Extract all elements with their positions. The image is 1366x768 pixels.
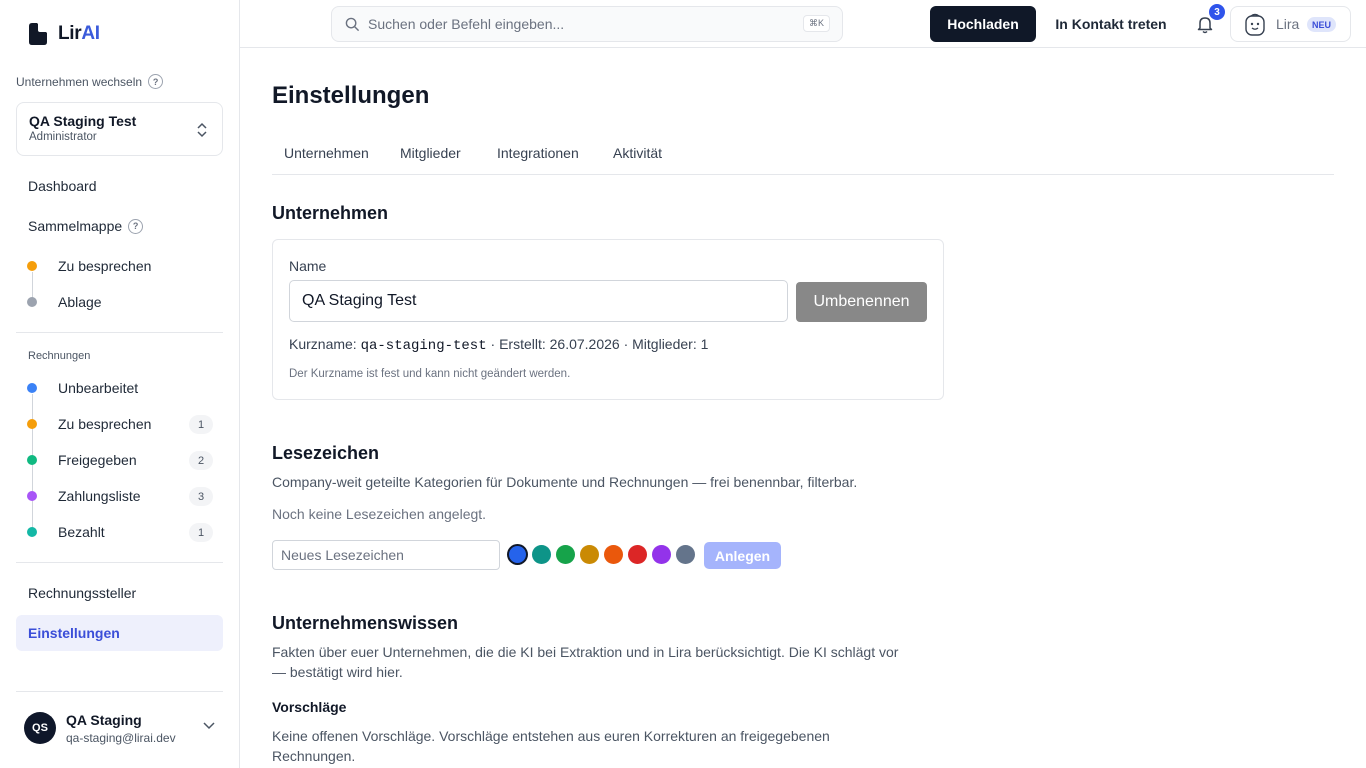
- count-badge: 2: [189, 451, 213, 470]
- contact-button[interactable]: In Kontakt treten: [1046, 6, 1176, 42]
- user-email: qa-staging@lirai.dev: [66, 731, 176, 745]
- suggestions-empty-line2: Rechnungen.: [272, 748, 356, 764]
- divider: [16, 691, 223, 692]
- new-badge: NEU: [1307, 17, 1337, 32]
- avatar: QS: [24, 712, 56, 744]
- sidebar-item-label: Sammelmappe: [28, 218, 123, 234]
- chevron-down-icon: [203, 722, 215, 730]
- count-badge: 1: [189, 415, 213, 434]
- sidebar: LirAI Unternehmen wechseln ? QA Staging …: [0, 0, 240, 768]
- sidebar-item-label: Rechnungssteller: [28, 585, 137, 601]
- logo-text: LirAI: [58, 23, 100, 44]
- status-dot: [27, 261, 37, 271]
- count-badge: 3: [189, 487, 213, 506]
- shortname-value: qa-staging-test: [360, 338, 487, 354]
- tab-activity[interactable]: Aktivität: [613, 145, 662, 161]
- tab-company[interactable]: Unternehmen: [284, 145, 369, 161]
- sidebar-item-issuers[interactable]: Rechnungssteller: [16, 575, 223, 611]
- color-swatch-green[interactable]: [556, 545, 575, 564]
- bookmarks-empty-state: Noch keine Lesezeichen angelegt.: [272, 506, 487, 522]
- chevron-up-down-icon: [197, 122, 207, 138]
- status-dot: [27, 383, 37, 393]
- tab-integrations[interactable]: Integrationen: [497, 145, 579, 161]
- search-input[interactable]: [368, 7, 788, 41]
- color-swatch-gray[interactable]: [676, 545, 695, 564]
- user-menu[interactable]: QS QA Staging qa-staging@lirai.dev: [16, 704, 223, 754]
- company-name-input[interactable]: [289, 280, 788, 322]
- divider: [16, 562, 223, 563]
- topbar: ⌘K Hochladen In Kontakt treten 3 Lira NE…: [240, 0, 1366, 48]
- new-bookmark-input[interactable]: [272, 540, 500, 570]
- company-section-heading: Unternehmen: [272, 203, 389, 223]
- status-dot: [27, 297, 37, 307]
- shortcut-hint: ⌘K: [802, 15, 830, 32]
- app: LirAI Unternehmen wechseln ? QA Staging …: [0, 0, 1366, 768]
- name-label: Name: [289, 258, 327, 274]
- sidebar-item-approved[interactable]: Freigegeben 2: [16, 445, 223, 475]
- sidebar-item-invoices-to-discuss[interactable]: Zu besprechen 1: [16, 409, 223, 439]
- status-dot: [27, 527, 37, 537]
- company-meta: Kurzname: qa-staging-test · Erstellt: 26…: [289, 336, 709, 354]
- suggestions-heading: Vorschläge: [272, 699, 347, 715]
- notification-badge: 3: [1209, 4, 1225, 20]
- suggestions-empty-line1: Keine offenen Vorschläge. Vorschläge ent…: [272, 728, 830, 744]
- search-icon: [345, 17, 360, 32]
- sidebar-item-dashboard[interactable]: Dashboard: [16, 168, 223, 204]
- count-badge: 1: [189, 523, 213, 542]
- company-switcher[interactable]: QA Staging Test Administrator: [16, 102, 223, 156]
- color-swatch-orange[interactable]: [604, 545, 623, 564]
- sidebar-item-label: Dashboard: [28, 178, 97, 194]
- create-bookmark-button[interactable]: Anlegen: [704, 542, 781, 569]
- company-role: Administrator: [29, 131, 97, 143]
- settings-tabs: Unternehmen Mitglieder Integrationen Akt…: [272, 140, 1334, 175]
- sidebar-item-payment-list[interactable]: Zahlungsliste 3: [16, 481, 223, 511]
- logo[interactable]: LirAI: [26, 22, 100, 46]
- color-swatch-amber[interactable]: [580, 545, 599, 564]
- sidebar-item-settings[interactable]: Einstellungen: [16, 615, 223, 651]
- assistant-face-icon: [1245, 13, 1265, 36]
- status-dot: [27, 419, 37, 429]
- tab-members[interactable]: Mitglieder: [400, 145, 461, 161]
- company-switch-label: Unternehmen wechseln ?: [16, 74, 164, 89]
- help-icon[interactable]: ?: [128, 218, 144, 234]
- color-swatch-blue[interactable]: [509, 546, 526, 563]
- assistant-name: Lira: [1276, 16, 1300, 32]
- shortname-hint: Der Kurzname ist fest und kann nicht geä…: [289, 368, 571, 380]
- invoices-section-label: Rechnungen: [28, 350, 91, 362]
- sidebar-item-unprocessed[interactable]: Unbearbeitet: [16, 373, 223, 403]
- user-name: QA Staging: [66, 712, 142, 728]
- knowledge-description-line2: — bestätigt wird hier.: [272, 664, 403, 680]
- bookmarks-section-heading: Lesezeichen: [272, 443, 380, 463]
- color-swatch-purple[interactable]: [652, 545, 671, 564]
- knowledge-description-line1: Fakten über euer Unternehmen, die die KI…: [272, 644, 899, 660]
- color-swatch-red[interactable]: [628, 545, 647, 564]
- sidebar-item-archive[interactable]: Ablage: [16, 287, 223, 317]
- search-bar[interactable]: ⌘K: [331, 6, 843, 42]
- company-card: Name Umbenennen Kurzname: qa-staging-tes…: [272, 239, 944, 400]
- company-name: QA Staging Test: [29, 113, 137, 129]
- status-dot: [27, 455, 37, 465]
- lira-assistant-button[interactable]: Lira NEU: [1230, 6, 1351, 42]
- sidebar-item-collection-to-discuss[interactable]: Zu besprechen: [16, 251, 223, 281]
- page-title: Einstellungen: [272, 82, 430, 109]
- upload-button[interactable]: Hochladen: [930, 6, 1036, 42]
- knowledge-section-heading: Unternehmenswissen: [272, 613, 459, 633]
- sidebar-item-label: Einstellungen: [28, 625, 120, 641]
- color-swatch-teal[interactable]: [532, 545, 551, 564]
- divider: [16, 332, 223, 333]
- bookmarks-description: Company-weit geteilte Kategorien für Dok…: [272, 474, 858, 490]
- rename-button[interactable]: Umbenennen: [796, 282, 927, 322]
- sidebar-item-paid[interactable]: Bezahlt 1: [16, 517, 223, 547]
- help-icon[interactable]: ?: [148, 74, 164, 89]
- main-content: Einstellungen Unternehmen Mitglieder Int…: [240, 48, 1366, 768]
- status-dot: [27, 491, 37, 501]
- sidebar-item-collection[interactable]: Sammelmappe ?: [16, 208, 223, 244]
- logo-icon: [29, 23, 47, 45]
